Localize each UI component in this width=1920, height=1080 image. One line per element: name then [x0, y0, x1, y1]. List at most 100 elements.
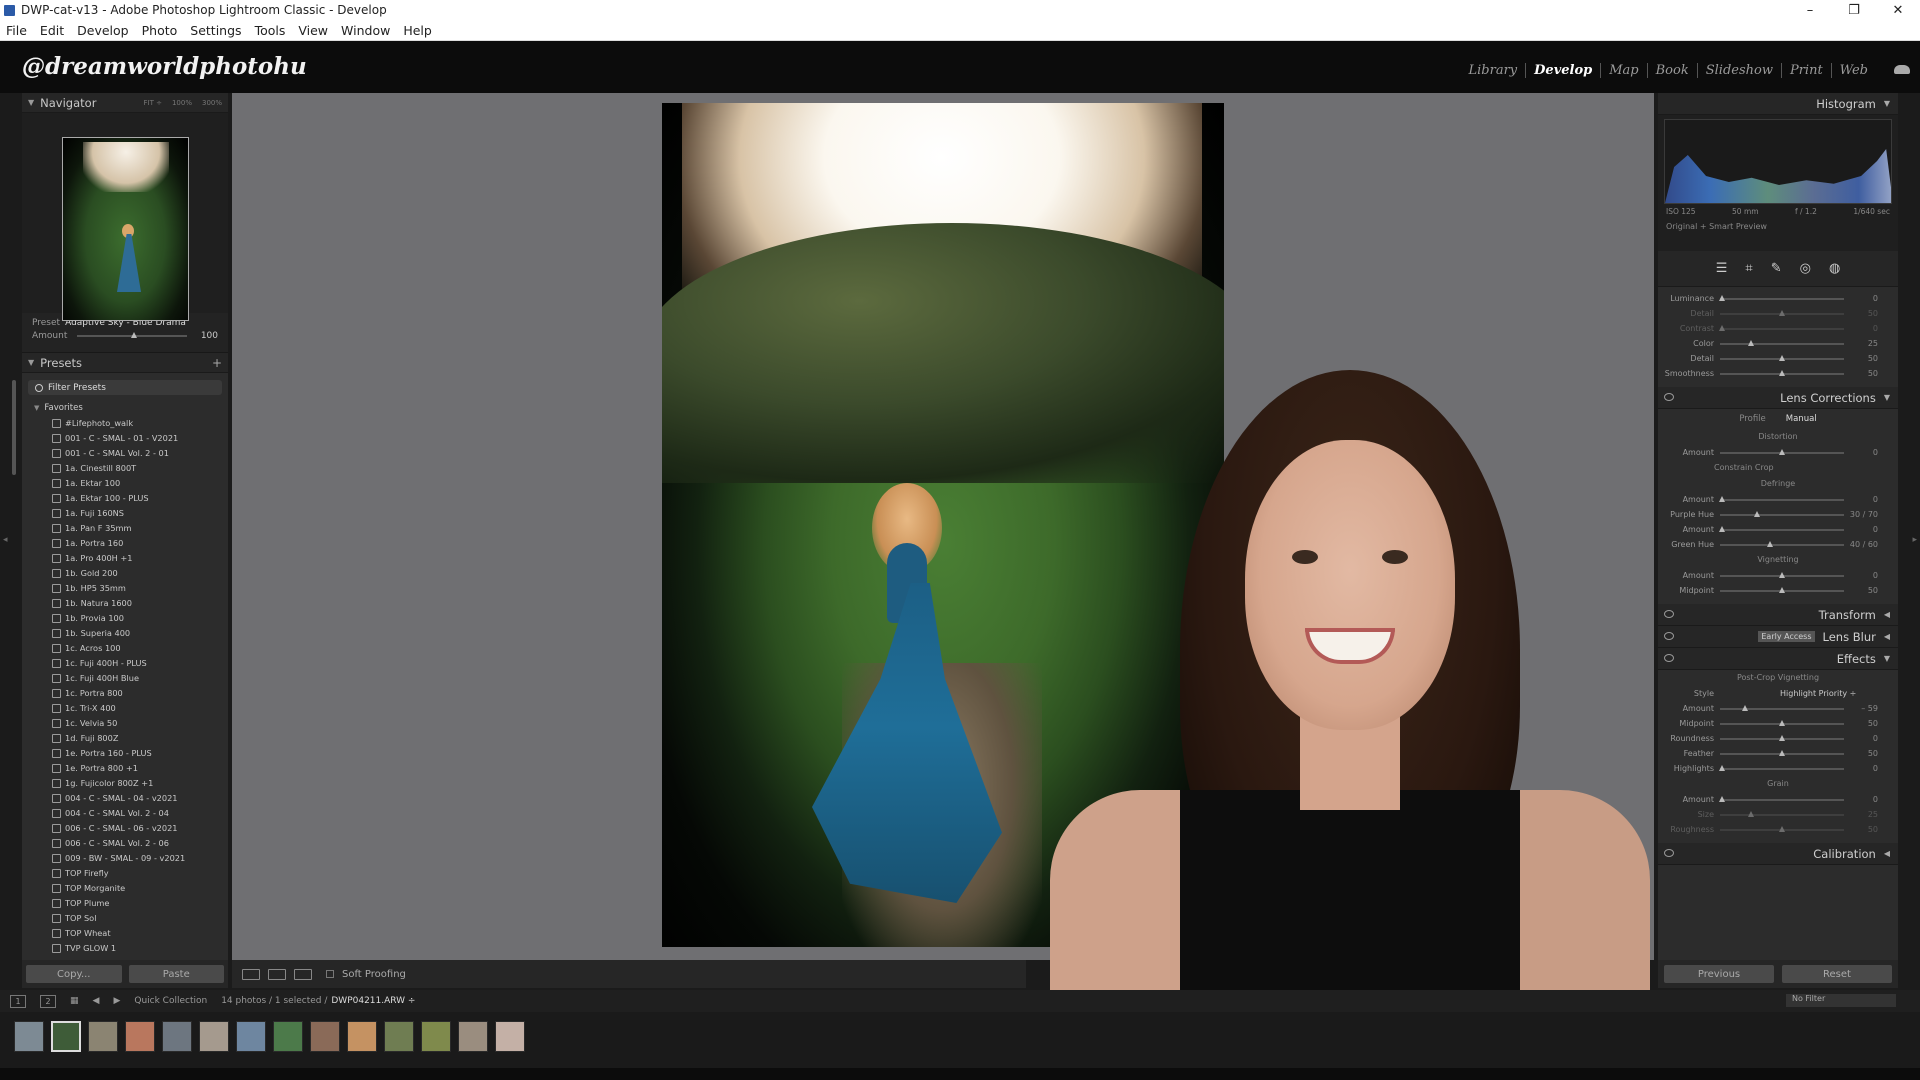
menu-photo[interactable]: Photo — [136, 23, 185, 38]
filmstrip-thumbnail[interactable] — [88, 1021, 118, 1052]
preset-amount-slider[interactable] — [77, 332, 188, 338]
slider-track[interactable] — [1720, 704, 1844, 711]
slider-track[interactable] — [1720, 749, 1844, 756]
navigator-thumbnail[interactable] — [62, 137, 189, 321]
filter-dropdown[interactable]: No Filter — [1786, 994, 1896, 1007]
slider-knob[interactable] — [1754, 510, 1761, 517]
slider-track[interactable] — [1720, 510, 1844, 517]
slider-value[interactable]: 50 — [1844, 586, 1878, 595]
red-eye-icon[interactable]: ◎ — [1800, 261, 1811, 276]
preset-item[interactable]: 1a. Pan F 35mm — [22, 520, 228, 535]
slider-track[interactable] — [1720, 719, 1844, 726]
filmstrip-filename[interactable]: DWP04211.ARW ÷ — [331, 996, 415, 1006]
slider-value[interactable]: 0 — [1844, 525, 1878, 534]
histogram[interactable] — [1664, 119, 1892, 204]
menu-file[interactable]: File — [0, 23, 34, 38]
slider-value[interactable]: 50 — [1844, 309, 1878, 318]
main-photo[interactable] — [662, 103, 1224, 947]
paste-button[interactable]: Paste — [128, 965, 224, 983]
slider-value[interactable]: 50 — [1844, 825, 1878, 834]
slider-knob[interactable] — [1719, 495, 1726, 502]
slider-knob[interactable] — [1719, 324, 1726, 331]
preset-item[interactable]: 1d. Fuji 800Z — [22, 730, 228, 745]
healing-brush-icon[interactable]: ✎ — [1771, 261, 1782, 276]
add-preset-icon[interactable]: + — [212, 356, 228, 370]
slider-track[interactable] — [1719, 764, 1844, 771]
slider-knob[interactable] — [1741, 704, 1748, 711]
slider-value[interactable]: 40 / 60 — [1844, 540, 1878, 549]
slider-knob[interactable] — [1719, 795, 1726, 802]
slider-value[interactable]: 0 — [1844, 764, 1878, 773]
module-book[interactable]: Book — [1648, 63, 1698, 78]
filmstrip-thumbnail[interactable] — [273, 1021, 303, 1052]
slider-knob[interactable] — [1779, 309, 1785, 316]
preset-item[interactable]: 1b. Natura 1600 — [22, 595, 228, 610]
preset-item[interactable]: 004 - C - SMAL - 04 - v2021 — [22, 790, 228, 805]
forward-arrow-icon[interactable]: ▶ — [113, 996, 120, 1006]
visibility-eye-icon[interactable] — [1664, 610, 1674, 618]
slider-value[interactable]: 0 — [1844, 734, 1878, 743]
menu-window[interactable]: Window — [335, 23, 397, 38]
right-panel-toggle-icon[interactable]: ▸ — [1912, 535, 1917, 545]
menu-develop[interactable]: Develop — [71, 23, 135, 38]
tab-profile[interactable]: Profile — [1739, 414, 1765, 424]
navigator-header[interactable]: ▼ Navigator FIT ÷ 100% 300% — [22, 93, 228, 113]
filmstrip-thumbnail[interactable] — [14, 1021, 44, 1052]
slider-value[interactable]: 50 — [1844, 749, 1878, 758]
slider-value[interactable]: 0 — [1844, 294, 1878, 303]
preset-item[interactable]: 1a. Ektar 100 - PLUS — [22, 490, 228, 505]
slider-track[interactable] — [1719, 294, 1844, 301]
preset-item[interactable]: 1b. Provia 100 — [22, 610, 228, 625]
menu-tools[interactable]: Tools — [249, 23, 293, 38]
menu-view[interactable]: View — [292, 23, 335, 38]
slider-track[interactable] — [1720, 369, 1844, 376]
slider-track[interactable] — [1720, 540, 1844, 547]
minimize-button[interactable]: – — [1788, 0, 1832, 20]
preset-item[interactable]: #Lifephoto_walk — [22, 415, 228, 430]
visibility-eye-icon[interactable] — [1664, 632, 1674, 640]
preset-item[interactable]: 006 - C - SMAL Vol. 2 - 06 — [22, 835, 228, 850]
style-dropdown[interactable]: Highlight Priority ÷ — [1780, 689, 1856, 698]
preset-item[interactable]: 1c. Tri-X 400 — [22, 700, 228, 715]
slider-value[interactable]: 25 — [1844, 810, 1878, 819]
preset-item[interactable]: 1c. Portra 800 — [22, 685, 228, 700]
slider-track[interactable] — [1719, 495, 1844, 502]
slider-value[interactable]: 50 — [1844, 354, 1878, 363]
module-map[interactable]: Map — [1601, 63, 1648, 78]
slider-knob[interactable] — [1748, 339, 1754, 346]
preset-item[interactable]: 1a. Ektar 100 — [22, 475, 228, 490]
slider-knob[interactable] — [1779, 354, 1785, 361]
slider-value[interactable]: 0 — [1844, 495, 1878, 504]
grid-view-icon[interactable]: ▦ — [70, 996, 79, 1006]
filmstrip-thumbnail[interactable] — [236, 1021, 266, 1052]
edit-sliders-icon[interactable]: ☰ — [1716, 261, 1728, 276]
slider-track[interactable] — [1720, 734, 1844, 741]
slider-track[interactable] — [1719, 324, 1844, 331]
preset-item[interactable]: TVP GLOW 1 — [22, 940, 228, 955]
slider-track[interactable] — [1720, 339, 1844, 346]
close-button[interactable]: ✕ — [1876, 0, 1920, 20]
slider-value[interactable]: – 59 — [1844, 704, 1878, 713]
preset-item[interactable]: TOP Wheat — [22, 925, 228, 940]
filmstrip-thumbnail[interactable] — [51, 1021, 81, 1052]
preset-item[interactable]: 1a. Cinestill 800T — [22, 460, 228, 475]
slider-value[interactable]: 50 — [1844, 719, 1878, 728]
filmstrip-thumbnail[interactable] — [495, 1021, 525, 1052]
slider-track[interactable] — [1720, 810, 1844, 817]
preset-item[interactable]: 1b. Gold 200 — [22, 565, 228, 580]
module-web[interactable]: Web — [1832, 63, 1876, 78]
slider-value[interactable]: 0 — [1844, 571, 1878, 580]
preset-item[interactable]: TOP Firefly — [22, 865, 228, 880]
transform-header[interactable]: Transform ◀ — [1658, 604, 1898, 626]
slider-knob[interactable] — [1779, 586, 1785, 593]
module-slideshow[interactable]: Slideshow — [1698, 63, 1782, 78]
preset-item[interactable]: 1c. Fuji 400H - PLUS — [22, 655, 228, 670]
zoom-100[interactable]: 100% — [172, 99, 192, 107]
slider-value[interactable]: 50 — [1844, 369, 1878, 378]
reset-button[interactable]: Reset — [1782, 965, 1892, 983]
preset-item[interactable]: TOP Plume — [22, 895, 228, 910]
preset-item[interactable]: 1b. HP5 35mm — [22, 580, 228, 595]
preset-item[interactable]: 006 - C - SMAL - 06 - v2021 — [22, 820, 228, 835]
slider-track[interactable] — [1719, 525, 1844, 532]
maximize-button[interactable]: ❐ — [1832, 0, 1876, 20]
